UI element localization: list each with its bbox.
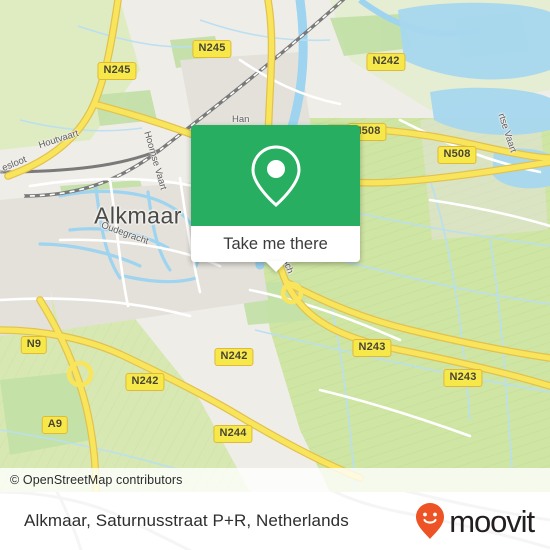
road-shield-n245-a: N245 (192, 40, 232, 58)
footer-bar: Alkmaar, Saturnusstraat P+R, Netherlands… (0, 492, 550, 550)
road-shield-n242-b: N242 (125, 373, 165, 391)
road-shield-n9: N9 (20, 336, 48, 354)
road-shield-n243-b: N243 (443, 369, 483, 387)
take-me-there-label: Take me there (223, 234, 328, 253)
street-label-han: Han (232, 114, 250, 125)
destination-card[interactable]: Take me there (191, 125, 360, 272)
map-pin-icon (250, 144, 301, 207)
moovit-logo[interactable]: moovit (415, 502, 535, 540)
location-title: Alkmaar, Saturnusstraat P+R, Netherlands (24, 511, 349, 530)
card-pointer-tail (264, 261, 287, 272)
road-shield-n242-c: N242 (214, 348, 254, 366)
moovit-wordmark: moovit (449, 503, 535, 539)
moovit-map-screenshot: Alkmaar Houtvaart Hoornse Vaart Oudegrac… (0, 0, 550, 550)
road-shield-n242-a: N242 (366, 53, 406, 71)
map-attribution[interactable]: © OpenStreetMap contributors (0, 468, 550, 492)
road-shield-n244: N244 (213, 425, 253, 443)
card-image-area (191, 125, 360, 226)
road-shield-n243-a: N243 (352, 339, 392, 357)
road-shield-n508-b: N508 (437, 146, 477, 164)
attribution-text: © OpenStreetMap contributors (10, 473, 183, 487)
take-me-there-button[interactable]: Take me there (191, 226, 360, 262)
moovit-pin-icon (416, 503, 445, 539)
road-shield-n245-b: N245 (97, 62, 137, 80)
road-shield-a9: A9 (41, 416, 69, 434)
